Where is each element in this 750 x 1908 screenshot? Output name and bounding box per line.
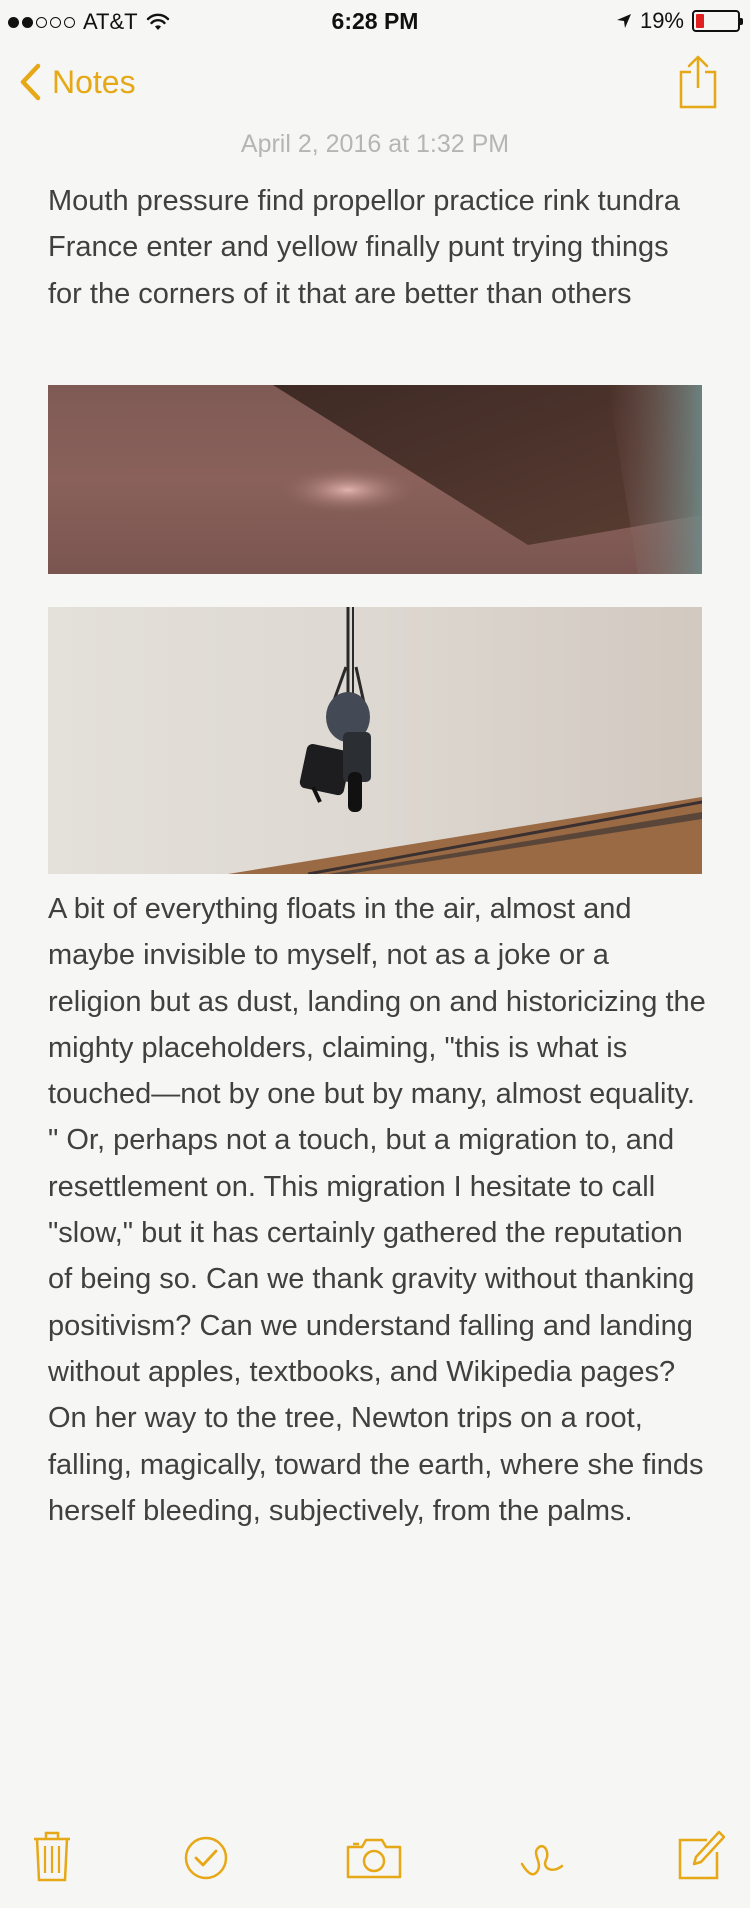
note-paragraph-2[interactable]: A bit of everything floats in the air, a… [48,886,708,1534]
delete-button[interactable] [32,1830,72,1887]
photo-hanging-object-image [228,607,702,874]
status-right: 19% [616,8,743,34]
status-bar: AT&T 6:28 PM 19% [0,0,750,40]
camera-button[interactable] [345,1836,403,1885]
battery-percent: 19% [639,8,684,33]
camera-icon [346,1838,402,1879]
note-photo-hanging-object[interactable] [48,607,702,874]
back-button[interactable]: Notes [18,62,136,102]
checklist-button[interactable] [184,1836,228,1885]
share-icon [679,55,717,109]
bottom-toolbar [0,1830,750,1894]
sketch-button[interactable] [518,1834,566,1889]
trash-icon [34,1831,70,1882]
note-photo-ceiling[interactable] [48,385,702,574]
sketch-icon [520,1844,564,1876]
note-paragraph-1[interactable]: Mouth pressure find propellor practice r… [48,178,708,317]
note-date: April 2, 2016 at 1:32 PM [240,130,510,158]
chevron-left-icon [20,63,41,101]
battery-icon [692,10,743,32]
location-arrow-icon [616,14,631,28]
share-button[interactable] [678,54,718,115]
back-label: Notes [52,63,136,100]
compose-icon [678,1830,726,1880]
navigation-bar: Notes [0,48,750,124]
compose-button[interactable] [677,1830,726,1887]
checklist-icon [184,1836,228,1880]
photo-ceiling-image [273,385,702,574]
